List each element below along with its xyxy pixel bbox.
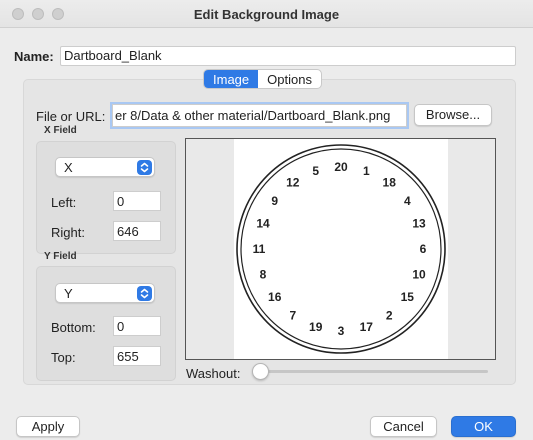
right-label: Right: <box>51 225 85 240</box>
x-field-selected-value: X <box>64 160 73 175</box>
title-bar: Edit Background Image <box>0 0 533 28</box>
top-input[interactable]: 655 <box>113 346 161 366</box>
bottom-input[interactable]: 0 <box>113 316 161 336</box>
y-field-select[interactable]: Y <box>55 283 155 303</box>
right-input[interactable]: 646 <box>113 221 161 241</box>
window-title: Edit Background Image <box>193 7 340 22</box>
y-field-selected-value: Y <box>64 286 73 301</box>
file-url-input[interactable]: er 8/Data & other material/Dartboard_Bla… <box>112 104 407 127</box>
dartboard-number: 11 <box>253 242 266 256</box>
dartboard-number: 8 <box>260 267 267 281</box>
left-input[interactable]: 0 <box>113 191 161 211</box>
updown-chevron-icon <box>137 160 152 175</box>
cancel-button[interactable]: Cancel <box>370 416 437 437</box>
dartboard-number: 9 <box>271 194 278 208</box>
dartboard-number: 3 <box>338 324 345 338</box>
dartboard-number: 4 <box>404 194 411 208</box>
dartboard-number: 1 <box>363 164 370 178</box>
dartboard-number: 2 <box>386 308 393 322</box>
browse-button[interactable]: Browse... <box>414 104 492 126</box>
dartboard-number: 19 <box>309 320 323 334</box>
file-url-label: File or URL: <box>36 109 106 124</box>
washout-slider-track[interactable] <box>255 370 488 373</box>
dartboard-image: 20 1 18 413 6 10 15 2 17 3 19 7 168 11 149 12 5 <box>234 139 448 359</box>
washout-slider-thumb[interactable] <box>252 363 269 380</box>
x-field-select[interactable]: X <box>55 157 155 177</box>
tab-options[interactable]: Options <box>258 70 321 88</box>
dartboard-number: 13 <box>412 217 426 231</box>
name-label: Name: <box>14 49 54 64</box>
dartboard-number: 20 <box>334 160 348 174</box>
top-label: Top: <box>51 350 76 365</box>
apply-button[interactable]: Apply <box>16 416 80 437</box>
x-field-label: X Field <box>44 125 77 136</box>
tab-image[interactable]: Image <box>204 70 259 88</box>
dartboard-number: 12 <box>286 176 300 190</box>
dartboard-number: 10 <box>412 267 426 281</box>
y-field-label: Y Field <box>44 251 77 262</box>
ok-button[interactable]: OK <box>451 416 516 437</box>
dartboard-number: 18 <box>383 176 397 190</box>
image-preview: 20 1 18 4 13 6 10 15 2 17 3 19 7 16 8 11 14 9 12 5 <box>185 138 496 360</box>
dartboard-number: 14 <box>256 217 270 231</box>
dartboard-number: 15 <box>401 290 415 304</box>
left-label: Left: <box>51 195 77 210</box>
dartboard-number: 16 <box>268 290 282 304</box>
dartboard-number: 7 <box>289 308 296 322</box>
dartboard-number: 5 <box>312 164 319 178</box>
name-input[interactable]: Dartboard_Blank <box>60 46 516 66</box>
dartboard-number: 6 <box>420 242 427 256</box>
dartboard-number: 17 <box>360 320 374 334</box>
washout-label: Washout: <box>186 366 241 381</box>
updown-chevron-icon <box>137 286 152 301</box>
bottom-label: Bottom: <box>51 320 96 335</box>
tab-bar: Image Options <box>203 69 322 89</box>
